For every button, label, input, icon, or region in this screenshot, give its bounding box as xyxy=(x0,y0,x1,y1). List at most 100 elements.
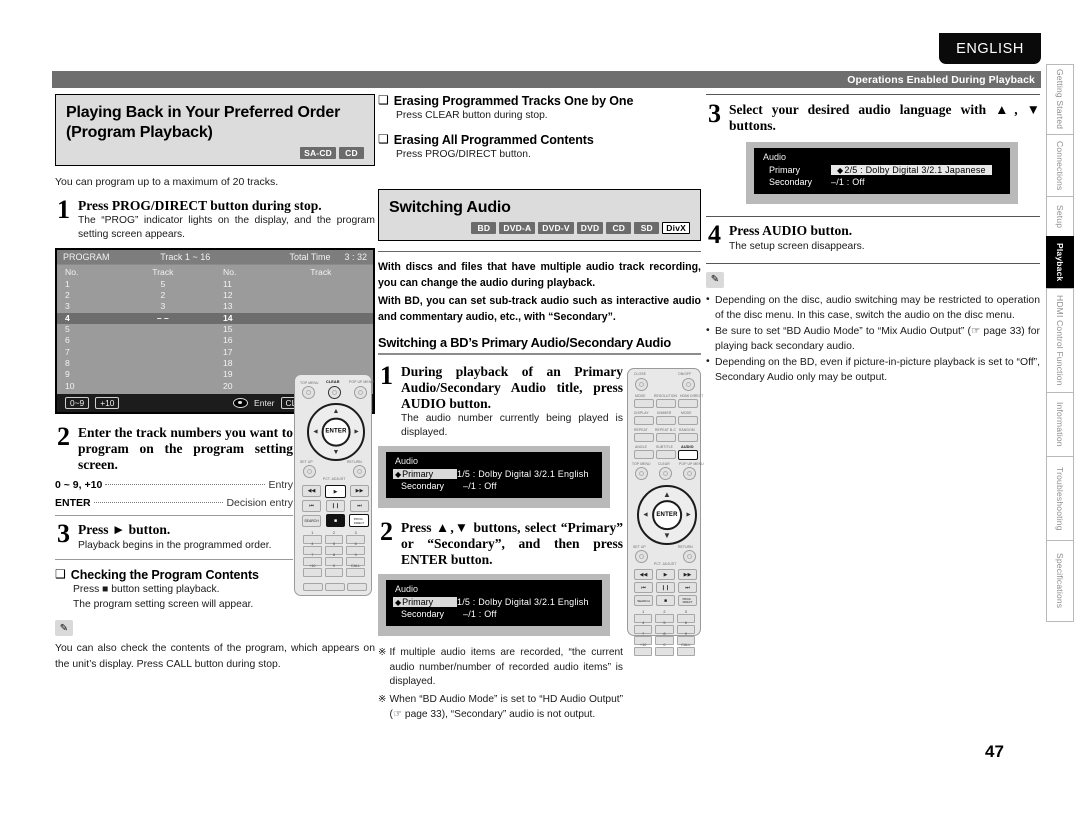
remote-number-key-0[interactable]: 0 xyxy=(655,643,674,656)
program-osd-cell-no: 11 xyxy=(222,278,232,289)
remote-number-key-10[interactable]: +10 xyxy=(303,564,322,577)
remote-button-search[interactable]: SEARCH xyxy=(302,515,321,527)
chapter-tab-specifications[interactable]: Specifications xyxy=(1046,540,1074,622)
remote-button-set-up[interactable] xyxy=(303,465,316,478)
remote-button-audio[interactable] xyxy=(678,450,698,460)
remote-button-stop[interactable]: ■ xyxy=(326,514,345,527)
note-bullet: Be sure to set “BD Audio Mode” to “Mix A… xyxy=(706,323,1040,354)
remote-button-rewind[interactable]: ◀◀ xyxy=(634,569,653,580)
remote-number-pad[interactable]: 1 2 3 4 5 6 7 8 9 +10 0 CALL xyxy=(303,531,365,577)
remote-button-angle[interactable] xyxy=(634,450,654,459)
remote-button-forward[interactable]: ▶▶ xyxy=(350,485,369,497)
remote-number-key-call[interactable]: CALL xyxy=(346,564,365,577)
remote-button-color-blue[interactable] xyxy=(347,583,367,591)
remote-number-key-call[interactable]: CALL xyxy=(676,643,695,656)
chapter-tab-connections[interactable]: Connections xyxy=(1046,134,1074,196)
audio-osd-title: Audio xyxy=(763,151,787,162)
chapter-tab-getting-started[interactable]: Getting Started xyxy=(1046,64,1074,134)
remote-button-pop-up-menu[interactable] xyxy=(683,467,696,480)
remote-button-display[interactable] xyxy=(634,416,654,425)
erasing-one-by-one-text: Press CLEAR button during stop. xyxy=(396,110,548,121)
remote-button-forward[interactable]: ▶▶ xyxy=(678,569,697,580)
remote-button-prog-direct[interactable]: PROG/DIRECT xyxy=(678,595,697,606)
remote-button-stop[interactable]: ■ xyxy=(656,595,675,606)
audio-osd-primary-row[interactable]: ◆Primary 1/5 : Dolby Digital 3/2.1 Engli… xyxy=(387,596,601,608)
audio-step-1: 1 During playback of an Primary Audio/Se… xyxy=(378,362,623,441)
remote-button-mode2[interactable] xyxy=(678,416,698,425)
audio-osd-primary-row[interactable]: Primary ◆2/5 : Dolby Digital 3/2.1 Japan… xyxy=(755,164,1009,176)
remote-navigation-ring[interactable]: ▲ ▼ ◄ ► ENTER xyxy=(637,485,697,545)
remote-button-repeat-ab[interactable] xyxy=(656,433,676,442)
step-heading: Select your desired audio language with … xyxy=(729,102,1040,133)
audio-osd-secondary-row[interactable]: Secondary –/1 : Off xyxy=(755,176,1009,188)
program-osd-row[interactable]: 3 3 13 xyxy=(57,301,373,312)
remote-label-set-up: SET UP xyxy=(300,460,313,464)
remote-label-repeat: REPEAT xyxy=(634,428,648,432)
erasing-one-by-one-heading: ❑ Erasing Programmed Tracks One by One xyxy=(378,93,701,108)
remote-button-return[interactable] xyxy=(353,465,366,478)
remote-button-mode[interactable] xyxy=(634,399,654,408)
remote-button-repeat[interactable] xyxy=(634,433,654,442)
remote-button-close[interactable] xyxy=(635,378,648,391)
remote-button-hdmi-direct[interactable] xyxy=(678,399,698,408)
remote-button-prev[interactable]: ⏮ xyxy=(302,500,321,512)
chapter-tab-troubleshooting[interactable]: Troubleshooting xyxy=(1046,456,1074,540)
audio-osd-secondary-row[interactable]: Secondary –/1 : Off xyxy=(387,608,601,620)
key-hint-numeric[interactable]: 0~9 xyxy=(65,397,90,410)
key-hint-plus10[interactable]: +10 xyxy=(95,397,120,410)
program-osd-row[interactable]: 7 17 xyxy=(57,347,373,358)
page-title-line1: Playing Back in Your Preferred Order xyxy=(66,104,341,121)
remote-button-search[interactable]: SEARCH xyxy=(634,595,653,606)
remote-number-key-label: 5 xyxy=(332,542,336,546)
checking-line-2: The program setting screen will appear. xyxy=(73,599,254,611)
remote-button-pause[interactable]: ❙❙ xyxy=(656,582,675,593)
remote-button-enter[interactable]: ENTER xyxy=(652,500,682,530)
chapter-tab-hdmi-control-function[interactable]: HDMI Control Function xyxy=(1046,288,1074,392)
remote-number-key-10[interactable]: +10 xyxy=(634,643,653,656)
remote-button-top-menu[interactable] xyxy=(635,467,648,480)
chapter-tab-information[interactable]: Information xyxy=(1046,392,1074,456)
program-osd-row[interactable]: 5 15 xyxy=(57,324,373,335)
remote-button-prog-direct[interactable]: PROG/DIRECT xyxy=(349,514,369,527)
remote-button-next[interactable]: ⏭ xyxy=(678,582,697,593)
media-badges: SA-CD CD xyxy=(66,147,364,160)
remote-button-subtitle[interactable] xyxy=(656,450,676,459)
remote-button-color-red[interactable] xyxy=(303,583,323,591)
remote-button-play[interactable]: ▶ xyxy=(656,569,675,580)
remote-button-prev[interactable]: ⏮ xyxy=(634,582,653,593)
program-osd-row[interactable]: 2 2 12 xyxy=(57,290,373,301)
remote-button-resolution[interactable] xyxy=(656,399,676,408)
remote-button-pause[interactable]: ❙❙ xyxy=(326,500,345,512)
remote-button-set-up[interactable] xyxy=(635,550,648,563)
step-heading: Enter the track numbers you want to prog… xyxy=(78,425,293,472)
remote-button-dimmer[interactable] xyxy=(656,416,676,425)
remote-number-pad[interactable]: 1 2 3 4 5 6 7 8 9 +10 0 CALL xyxy=(634,610,695,656)
chapter-tab-playback[interactable]: Playback xyxy=(1046,236,1074,288)
remote-button-rewind[interactable]: ◀◀ xyxy=(302,485,321,497)
media-badges: BD DVD-A DVD-V DVD CD SD DivX xyxy=(389,221,690,235)
remote-button-random[interactable] xyxy=(678,433,698,442)
remote-button-next[interactable]: ⏭ xyxy=(350,500,369,512)
remote-button-play[interactable]: ▶ xyxy=(325,485,346,498)
note-text: You can also check the contents of the p… xyxy=(55,643,375,670)
program-osd-row[interactable]: 6 16 xyxy=(57,335,373,346)
program-osd-row[interactable]: 1 5 11 xyxy=(57,279,373,290)
audio-osd-primary-row[interactable]: ◆Primary 1/5 : Dolby Digital 3/2.1 Engli… xyxy=(387,468,601,480)
program-osd-row[interactable]: 4 – – 14 xyxy=(57,312,373,324)
chapter-tab-setup[interactable]: Setup xyxy=(1046,196,1074,236)
remote-button-top-menu[interactable] xyxy=(302,386,315,399)
remote-button-pop-up-menu[interactable] xyxy=(354,386,367,399)
program-osd-row[interactable]: 8 18 xyxy=(57,358,373,369)
program-osd-cell-track xyxy=(269,347,373,358)
remote-button-on-off[interactable] xyxy=(682,378,695,391)
remote-button-clear[interactable] xyxy=(328,386,341,399)
remote-navigation-ring[interactable]: ▲ ▼ ◄ ► ENTER xyxy=(307,403,365,461)
audio-osd-secondary-row[interactable]: Secondary –/1 : Off xyxy=(387,480,601,492)
asterisk-marker-icon: ※ xyxy=(378,647,387,659)
remote-button-return[interactable] xyxy=(683,550,696,563)
remote-button-clear[interactable] xyxy=(659,467,672,480)
remote-button-enter[interactable]: ENTER xyxy=(321,417,351,447)
remote-number-key-0[interactable]: 0 xyxy=(324,564,344,577)
remote-button-color-green[interactable] xyxy=(325,583,345,591)
step-1: 1 Press PROG/DIRECT button during stop. … xyxy=(55,196,375,243)
